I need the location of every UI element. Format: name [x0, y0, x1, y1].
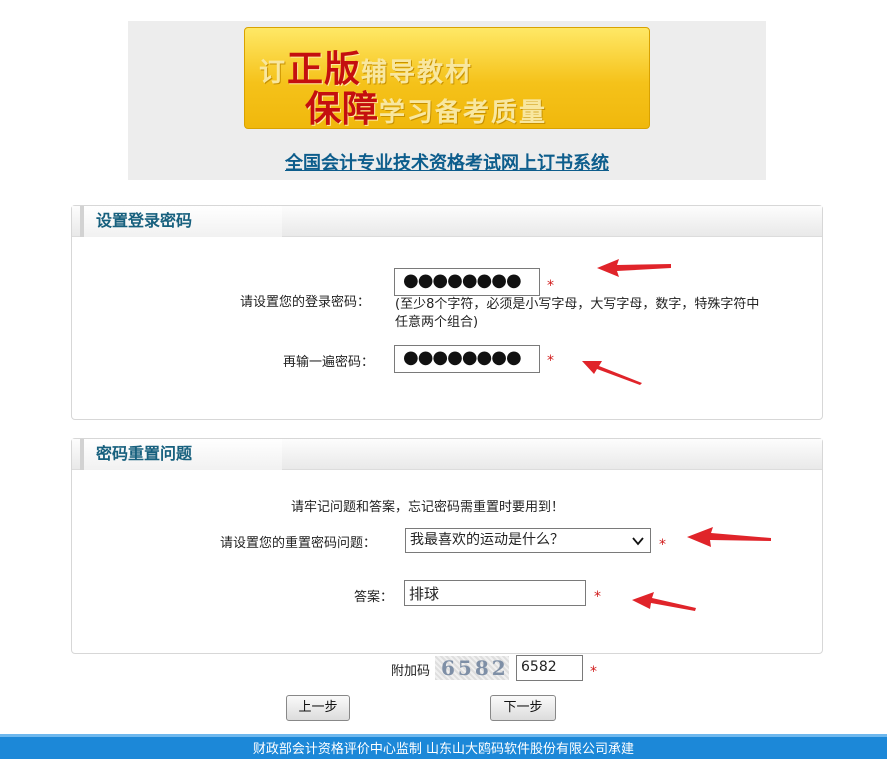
promo-banner: 订正版辅导教材 保障学习备考质量: [244, 27, 650, 129]
captcha-label: 附加码: [391, 664, 431, 679]
required-mark: *: [594, 589, 601, 605]
annotation-arrow-icon: [632, 592, 696, 611]
prev-step-button[interactable]: 上一步: [286, 695, 350, 721]
banner-text: 订: [259, 58, 288, 88]
header: 订正版辅导教材 保障学习备考质量 全国会计专业技术资格考试网上订书系统: [128, 21, 766, 180]
footer: 财政部会计资格评价中心监制 山东山大鸥码软件股份有限公司承建: [0, 734, 887, 759]
confirm-password-input[interactable]: ●●●●●●●●: [394, 345, 540, 373]
required-mark: *: [590, 664, 597, 680]
answer-input[interactable]: 排球: [404, 580, 586, 606]
next-step-button[interactable]: 下一步: [490, 695, 556, 721]
captcha-image: 6582: [435, 656, 509, 680]
password-hint: (至少8个字符，必须是小写字母，大写字母，数字，特殊字符中任意两个组合): [395, 297, 760, 330]
captcha-input[interactable]: 6582: [516, 655, 583, 681]
banner-line-2: 保障学习备考质量: [305, 80, 548, 129]
section-header: 设置登录密码: [72, 206, 822, 237]
password-label: 请设置您的登录密码：: [240, 295, 371, 310]
annotation-arrow-icon: [582, 361, 642, 385]
section-header: 密码重置问题: [72, 439, 822, 470]
confirm-password-label: 再输一遍密码：: [283, 355, 375, 370]
required-mark: *: [547, 353, 554, 369]
section-title: 设置登录密码: [80, 206, 282, 237]
reset-question-select[interactable]: 我最喜欢的运动是什么？: [405, 528, 651, 553]
site-title-link[interactable]: 全国会计专业技术资格考试网上订书系统: [128, 149, 766, 175]
selected-question: 我最喜欢的运动是什么？: [410, 532, 564, 548]
reset-question-label: 请设置您的重置密码问题：: [220, 536, 377, 551]
required-mark: *: [547, 278, 554, 294]
required-mark: *: [659, 537, 666, 553]
annotation-arrow-icon: [597, 259, 671, 277]
password-mask: ●●●●●●●●: [403, 347, 522, 368]
reset-notice: 请牢记问题和答案，忘记密码需重置时要用到！: [291, 500, 565, 515]
answer-label: 答案：: [354, 590, 394, 605]
password-input[interactable]: ●●●●●●●●: [394, 268, 540, 296]
chevron-down-icon: [632, 537, 644, 546]
section-title: 密码重置问题: [80, 439, 282, 470]
password-mask: ●●●●●●●●: [403, 270, 522, 291]
annotation-arrow-icon: [687, 527, 771, 547]
banner-text: 学习备考质量: [379, 98, 548, 128]
banner-text-emphasis: 保障: [305, 88, 380, 129]
